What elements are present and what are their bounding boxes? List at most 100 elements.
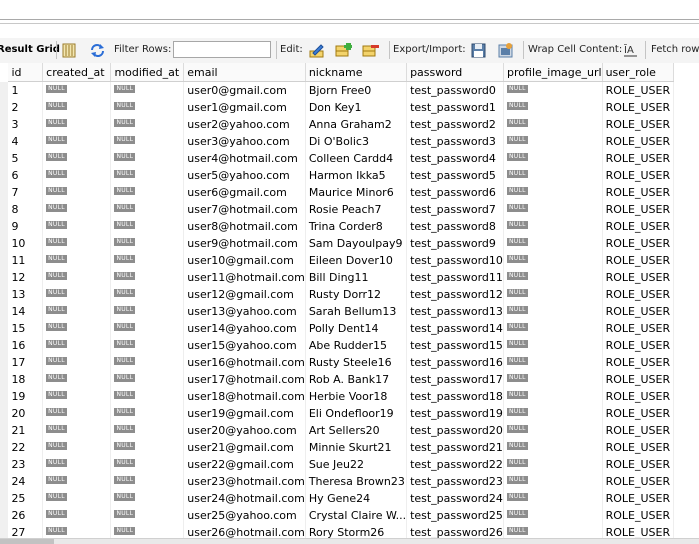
table-row[interactable]: 13 NULL NULL user12@gmail.com Rusty Dorr12 te… — [0, 286, 699, 303]
cell-password[interactable]: test_password2 — [406, 116, 505, 133]
cell-nickname[interactable]: Abe Rudder15 — [305, 337, 408, 354]
table-row[interactable]: 1 NULL NULL user0@gmail.com Bjorn Free0 test_… — [0, 81, 699, 99]
cell-user-role[interactable]: ROLE_USER — [602, 184, 674, 201]
cell-nickname[interactable]: Rusty Steele16 — [305, 354, 408, 371]
cell-user-role[interactable]: ROLE_USER — [602, 303, 674, 320]
cell-modified-at[interactable]: NULL — [110, 133, 185, 150]
cell-modified-at[interactable]: NULL — [110, 473, 185, 490]
cell-profile-image-url[interactable]: NULL — [503, 133, 603, 150]
cell-modified-at[interactable]: NULL — [110, 490, 185, 507]
table-row[interactable]: 19 NULL NULL user18@hotmail.com Herbie Voor1… — [0, 388, 699, 405]
scrollbar-thumb[interactable] — [0, 539, 54, 544]
cell-user-role[interactable]: ROLE_USER — [602, 269, 674, 286]
cell-profile-image-url[interactable]: NULL — [503, 99, 603, 116]
cell-id[interactable]: 6 — [8, 167, 44, 184]
cell-created-at[interactable]: NULL — [42, 252, 112, 269]
cell-email[interactable]: user23@hotmail.com — [183, 473, 306, 490]
cell-password[interactable]: test_password16 — [406, 354, 505, 371]
cell-email[interactable]: user12@gmail.com — [183, 286, 306, 303]
cell-password[interactable]: test_password15 — [406, 337, 505, 354]
cell-password[interactable]: test_password25 — [406, 507, 505, 524]
cell-password[interactable]: test_password3 — [406, 133, 505, 150]
cell-user-role[interactable]: ROLE_USER — [602, 388, 674, 405]
cell-id[interactable]: 19 — [8, 388, 44, 405]
cell-nickname[interactable]: Sarah Bellum13 — [305, 303, 408, 320]
cell-created-at[interactable]: NULL — [42, 439, 112, 456]
column-header-modified-at[interactable]: modified_at — [110, 63, 185, 82]
cell-created-at[interactable]: NULL — [42, 507, 112, 524]
cell-email[interactable]: user24@hotmail.com — [183, 490, 306, 507]
cell-id[interactable]: 26 — [8, 507, 44, 524]
cell-profile-image-url[interactable]: NULL — [503, 184, 603, 201]
delete-row-icon[interactable] — [362, 42, 379, 59]
cell-profile-image-url[interactable]: NULL — [503, 81, 603, 99]
cell-user-role[interactable]: ROLE_USER — [602, 456, 674, 473]
cell-password[interactable]: test_password20 — [406, 422, 505, 439]
cell-modified-at[interactable]: NULL — [110, 439, 185, 456]
cell-id[interactable]: 14 — [8, 303, 44, 320]
cell-user-role[interactable]: ROLE_USER — [602, 201, 674, 218]
cell-nickname[interactable]: Trina Corder8 — [305, 218, 408, 235]
filter-rows-input[interactable] — [173, 41, 271, 58]
cell-user-role[interactable]: ROLE_USER — [602, 235, 674, 252]
cell-user-role[interactable]: ROLE_USER — [602, 286, 674, 303]
cell-id[interactable]: 17 — [8, 354, 44, 371]
cell-nickname[interactable]: Hy Gene24 — [305, 490, 408, 507]
cell-id[interactable]: 3 — [8, 116, 44, 133]
cell-id[interactable]: 7 — [8, 184, 44, 201]
cell-email[interactable]: user7@hotmail.com — [183, 201, 306, 218]
cell-profile-image-url[interactable]: NULL — [503, 201, 603, 218]
column-header-email[interactable]: email — [183, 63, 306, 82]
cell-nickname[interactable]: Di O'Bolic3 — [305, 133, 408, 150]
table-row[interactable]: 2 NULL NULL user1@gmail.com Don Key1 test_pas… — [0, 99, 699, 116]
cell-nickname[interactable]: Harmon Ikka5 — [305, 167, 408, 184]
cell-created-at[interactable]: NULL — [42, 184, 112, 201]
cell-created-at[interactable]: NULL — [42, 167, 112, 184]
cell-profile-image-url[interactable]: NULL — [503, 354, 603, 371]
cell-nickname[interactable]: Bjorn Free0 — [305, 81, 408, 99]
cell-profile-image-url[interactable]: NULL — [503, 116, 603, 133]
cell-email[interactable]: user25@yahoo.com — [183, 507, 306, 524]
table-row[interactable]: 18 NULL NULL user17@hotmail.com Rob A. Bank1… — [0, 371, 699, 388]
cell-password[interactable]: test_password12 — [406, 286, 505, 303]
cell-modified-at[interactable]: NULL — [110, 456, 185, 473]
table-row[interactable]: 15 NULL NULL user14@yahoo.com Polly Dent14 te… — [0, 320, 699, 337]
cell-user-role[interactable]: ROLE_USER — [602, 337, 674, 354]
cell-id[interactable]: 5 — [8, 150, 44, 167]
cell-email[interactable]: user2@yahoo.com — [183, 116, 306, 133]
column-header-nickname[interactable]: nickname — [305, 63, 408, 82]
cell-profile-image-url[interactable]: NULL — [503, 252, 603, 269]
cell-email[interactable]: user3@yahoo.com — [183, 133, 306, 150]
cell-modified-at[interactable]: NULL — [110, 422, 185, 439]
refresh-icon[interactable] — [89, 42, 106, 59]
cell-email[interactable]: user19@gmail.com — [183, 405, 306, 422]
cell-email[interactable]: user6@gmail.com — [183, 184, 306, 201]
cell-created-at[interactable]: NULL — [42, 81, 112, 99]
cell-modified-at[interactable]: NULL — [110, 320, 185, 337]
cell-id[interactable]: 16 — [8, 337, 44, 354]
cell-created-at[interactable]: NULL — [42, 422, 112, 439]
cell-profile-image-url[interactable]: NULL — [503, 507, 603, 524]
cell-created-at[interactable]: NULL — [42, 371, 112, 388]
cell-user-role[interactable]: ROLE_USER — [602, 507, 674, 524]
cell-password[interactable]: test_password7 — [406, 201, 505, 218]
table-row[interactable]: 14 NULL NULL user13@yahoo.com Sarah Bellum13… — [0, 303, 699, 320]
cell-profile-image-url[interactable]: NULL — [503, 337, 603, 354]
cell-id[interactable]: 18 — [8, 371, 44, 388]
cell-email[interactable]: user18@hotmail.com — [183, 388, 306, 405]
table-row[interactable]: 25 NULL NULL user24@hotmail.com Hy Gene24 tes… — [0, 490, 699, 507]
cell-email[interactable]: user17@hotmail.com — [183, 371, 306, 388]
export-icon[interactable] — [470, 42, 487, 59]
cell-id[interactable]: 4 — [8, 133, 44, 150]
cell-password[interactable]: test_password6 — [406, 184, 505, 201]
cell-profile-image-url[interactable]: NULL — [503, 422, 603, 439]
cell-created-at[interactable]: NULL — [42, 235, 112, 252]
cell-user-role[interactable]: ROLE_USER — [602, 133, 674, 150]
cell-created-at[interactable]: NULL — [42, 116, 112, 133]
cell-created-at[interactable]: NULL — [42, 473, 112, 490]
wrap-text-icon[interactable]: ĪA — [622, 42, 639, 59]
cell-profile-image-url[interactable]: NULL — [503, 235, 603, 252]
cell-email[interactable]: user10@gmail.com — [183, 252, 306, 269]
cell-id[interactable]: 20 — [8, 405, 44, 422]
cell-nickname[interactable]: Colleen Cardd4 — [305, 150, 408, 167]
